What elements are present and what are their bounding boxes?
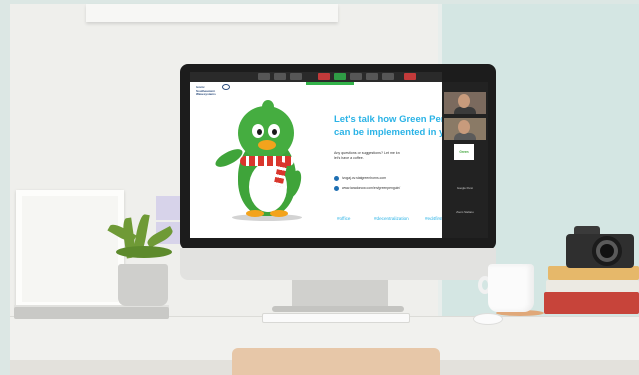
penguin-pupil — [272, 129, 277, 135]
participant-video[interactable] — [444, 92, 486, 114]
share-screen-button[interactable] — [318, 73, 330, 80]
participants-button[interactable] — [334, 73, 346, 80]
penguin-foot — [270, 210, 288, 217]
leave-button[interactable] — [404, 73, 416, 80]
participant-face — [458, 94, 470, 108]
mouse — [473, 313, 503, 325]
picture-frame — [16, 190, 124, 308]
plant-leaf — [116, 246, 172, 258]
participant-logo-tile[interactable]: Green — [454, 144, 474, 160]
monitor-chin — [180, 248, 496, 280]
chair — [232, 348, 440, 375]
logo-mark-icon — [222, 84, 230, 90]
participant-face — [458, 120, 470, 134]
contact-url: www.iaradonow.com/en/greenpenguin/ — [342, 186, 401, 190]
wall-shelf — [86, 4, 338, 22]
security-button[interactable] — [290, 73, 302, 80]
contact-url-row: www.iaradonow.com/en/greenpenguin/ — [334, 185, 442, 191]
reactions-button[interactable] — [382, 73, 394, 80]
monitor-stand-base — [272, 306, 404, 312]
company-logo: Iconic Southeastern Wavesystems — [196, 85, 236, 97]
penguin-head — [238, 106, 294, 160]
slide-body: Any questions or suggestions? Let me kn … — [334, 151, 442, 161]
headline-line: can be implemented in yo — [334, 127, 442, 138]
book — [546, 280, 639, 292]
outer-border — [0, 0, 10, 375]
mail-icon — [334, 175, 339, 181]
record-button[interactable] — [366, 73, 378, 80]
participant-video[interactable] — [444, 118, 486, 140]
laptop-base — [14, 307, 169, 319]
plant-pot — [118, 264, 168, 306]
penguin-beak — [258, 140, 276, 150]
book — [548, 266, 639, 280]
globe-icon — [334, 185, 339, 191]
hashtag: #ed4first — [425, 216, 443, 221]
coffee-mug — [488, 264, 534, 312]
headline-line: Let's talk how Green Peng — [334, 114, 442, 125]
sharing-banner — [306, 82, 354, 85]
logo-line: Wavesystems — [196, 92, 216, 96]
participant-name: Google Penn — [456, 186, 474, 190]
participant-body — [454, 107, 476, 114]
camera-lens-glass — [600, 244, 614, 258]
mute-button[interactable] — [258, 73, 270, 80]
contact-email-row: ivogaj.ov.statgreenhorns.com — [334, 175, 442, 181]
chat-button[interactable] — [350, 73, 362, 80]
participant-body — [454, 133, 476, 140]
penguin-foot — [246, 210, 264, 217]
contact-email: ivogaj.ov.statgreenhorns.com — [342, 176, 387, 180]
penguin-pupil — [257, 129, 262, 135]
photo-scene: Iconic Southeastern Wavesystems Let's ta… — [0, 0, 639, 375]
hashtag: #decentralization — [374, 216, 409, 221]
participant-name: Zoom Stefano — [456, 210, 474, 214]
book — [544, 292, 639, 314]
hashtag: #office — [337, 216, 351, 221]
slide-headline: Let's talk how Green Peng can be impleme… — [334, 113, 442, 139]
body-line: let's have a coffee. — [334, 156, 364, 160]
video-button[interactable] — [274, 73, 286, 80]
keyboard — [262, 313, 410, 323]
